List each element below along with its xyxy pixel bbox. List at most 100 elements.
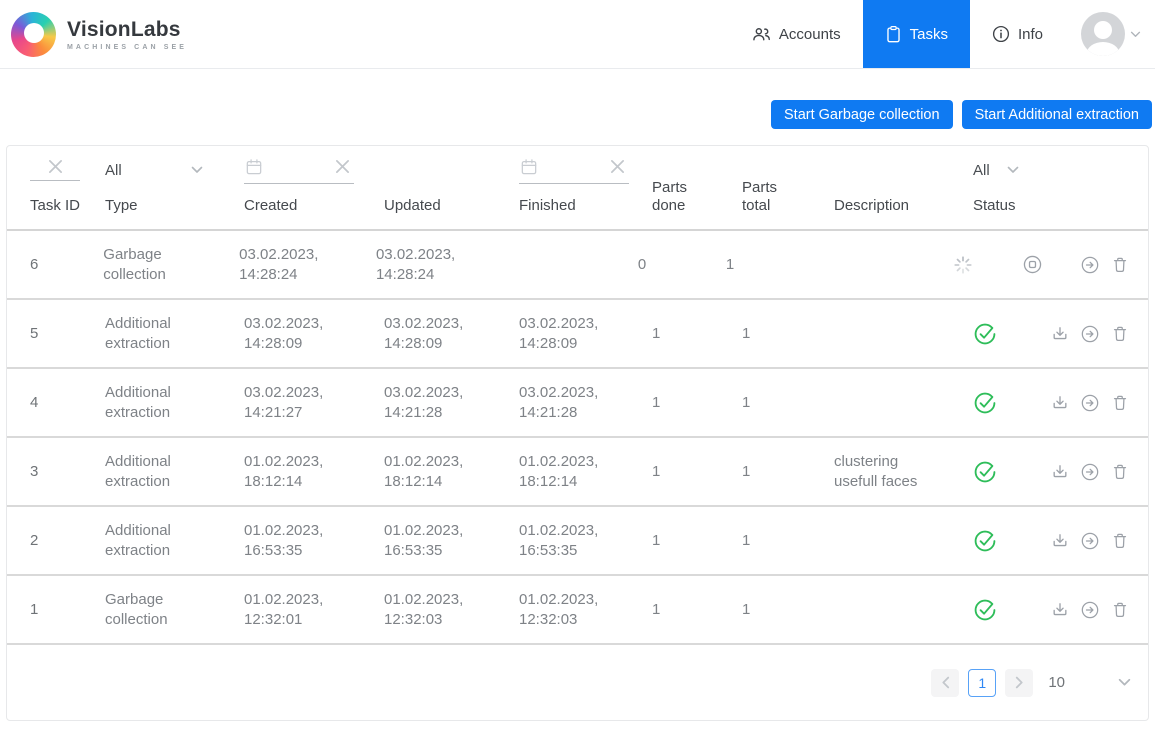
task-created: 01.02.2023, 12:32:01 [244, 590, 336, 630]
task-type: Additional extraction [105, 314, 197, 354]
table-row: 6 Garbage collection 03.02.2023, 14:28:2… [7, 231, 1148, 300]
parts-total: 1 [742, 600, 834, 620]
task-finished: 03.02.2023, 14:21:28 [519, 383, 611, 423]
download-result-button[interactable] [1050, 600, 1070, 620]
task-finished: 01.02.2023, 16:53:35 [519, 521, 611, 561]
task-created: 03.02.2023, 14:21:27 [244, 383, 336, 423]
table-row: 4 Additional extraction 03.02.2023, 14:2… [7, 369, 1148, 438]
arrow-right-circle-icon [1080, 393, 1100, 413]
status-filter-select[interactable]: All [973, 162, 1025, 179]
clear-task-id-filter-icon[interactable] [48, 159, 63, 174]
clear-created-filter-icon[interactable] [335, 159, 350, 174]
stop-circle-icon [1022, 254, 1043, 275]
download-icon [1050, 393, 1070, 413]
column-header-created: Created [244, 197, 384, 215]
type-filter-value: All [105, 162, 122, 179]
parts-done: 1 [652, 600, 742, 620]
open-task-button[interactable] [1080, 255, 1100, 275]
chevron-left-icon [941, 676, 950, 689]
parts-total: 1 [742, 324, 834, 344]
task-id: 4 [30, 393, 105, 413]
prev-page-button[interactable] [931, 669, 959, 697]
calendar-icon[interactable] [244, 157, 264, 177]
open-task-button[interactable] [1080, 393, 1100, 413]
open-task-button[interactable] [1080, 462, 1100, 482]
delete-task-button[interactable] [1110, 600, 1130, 620]
page-size-chevron-down-icon[interactable] [1118, 678, 1131, 687]
type-filter-select[interactable]: All [105, 162, 209, 179]
brand-logo: VisionLabs MACHINES CAN SEE [0, 0, 187, 68]
people-icon [752, 26, 771, 43]
info-circle-icon [992, 25, 1010, 43]
main-nav: Accounts Tasks Info [730, 0, 1065, 68]
trash-icon [1110, 600, 1130, 620]
check-circle-icon [973, 529, 997, 553]
nav-item-accounts[interactable]: Accounts [730, 0, 863, 68]
parts-done: 1 [652, 324, 742, 344]
calendar-icon[interactable] [519, 157, 539, 177]
chevron-down-icon[interactable] [1130, 31, 1141, 38]
created-date-filter[interactable] [244, 157, 354, 184]
nav-item-info[interactable]: Info [970, 0, 1065, 68]
toolbar: Start Garbage collection Start Additiona… [0, 100, 1153, 129]
task-type: Additional extraction [105, 383, 197, 423]
parts-done: 1 [652, 531, 742, 551]
clipboard-icon [885, 25, 902, 44]
trash-icon [1110, 324, 1130, 344]
table-row: 3 Additional extraction 01.02.2023, 18:1… [7, 438, 1148, 507]
delete-task-button[interactable] [1110, 531, 1130, 551]
user-menu[interactable] [1065, 0, 1155, 68]
open-task-button[interactable] [1080, 324, 1100, 344]
task-type: Additional extraction [105, 452, 197, 492]
nav-accounts-label: Accounts [779, 26, 841, 43]
check-circle-icon [973, 391, 997, 415]
clear-finished-filter-icon[interactable] [610, 159, 625, 174]
delete-task-button[interactable] [1110, 324, 1130, 344]
column-header-description: Description [834, 197, 973, 215]
trash-icon [1110, 393, 1130, 413]
delete-task-button[interactable] [1110, 393, 1130, 413]
visionlabs-logo-icon [11, 12, 56, 57]
table-row: 5 Additional extraction 03.02.2023, 14:2… [7, 300, 1148, 369]
table-row: 2 Additional extraction 01.02.2023, 16:5… [7, 507, 1148, 576]
next-page-button[interactable] [1005, 669, 1033, 697]
parts-done: 0 [638, 255, 726, 275]
column-header-updated: Updated [384, 197, 519, 215]
download-result-button[interactable] [1050, 531, 1070, 551]
delete-task-button[interactable] [1110, 255, 1130, 275]
finished-date-filter[interactable] [519, 157, 629, 184]
task-created: 01.02.2023, 16:53:35 [244, 521, 336, 561]
nav-item-tasks[interactable]: Tasks [863, 0, 970, 68]
user-avatar[interactable] [1081, 12, 1125, 56]
trash-icon [1110, 462, 1130, 482]
download-icon [1050, 324, 1070, 344]
parts-total: 1 [742, 393, 834, 413]
download-result-button[interactable] [1050, 393, 1070, 413]
top-bar: VisionLabs MACHINES CAN SEE Accounts Tas… [0, 0, 1155, 69]
task-id: 3 [30, 462, 105, 482]
trash-icon [1110, 255, 1130, 275]
start-additional-extraction-button[interactable]: Start Additional extraction [962, 100, 1152, 129]
parts-total: 1 [726, 255, 816, 275]
stop-task-button[interactable] [1022, 254, 1043, 275]
column-header-parts-done: Parts done [652, 179, 698, 215]
page-size-value[interactable]: 10 [1048, 674, 1065, 691]
download-result-button[interactable] [1050, 462, 1070, 482]
task-updated: 03.02.2023, 14:28:09 [384, 314, 476, 354]
download-result-button[interactable] [1050, 324, 1070, 344]
open-task-button[interactable] [1080, 600, 1100, 620]
arrow-right-circle-icon [1080, 600, 1100, 620]
open-task-button[interactable] [1080, 531, 1100, 551]
current-page-button[interactable]: 1 [968, 669, 996, 697]
task-id-filter-input[interactable] [30, 159, 80, 181]
status-filter-value: All [973, 162, 990, 179]
spinner-icon [952, 254, 974, 276]
task-id: 6 [30, 255, 103, 275]
arrow-right-circle-icon [1080, 462, 1100, 482]
column-header-finished: Finished [519, 197, 652, 215]
delete-task-button[interactable] [1110, 462, 1130, 482]
task-type: Garbage collection [105, 590, 197, 630]
check-circle-icon [973, 460, 997, 484]
start-garbage-collection-button[interactable]: Start Garbage collection [771, 100, 953, 129]
task-id: 1 [30, 600, 105, 620]
